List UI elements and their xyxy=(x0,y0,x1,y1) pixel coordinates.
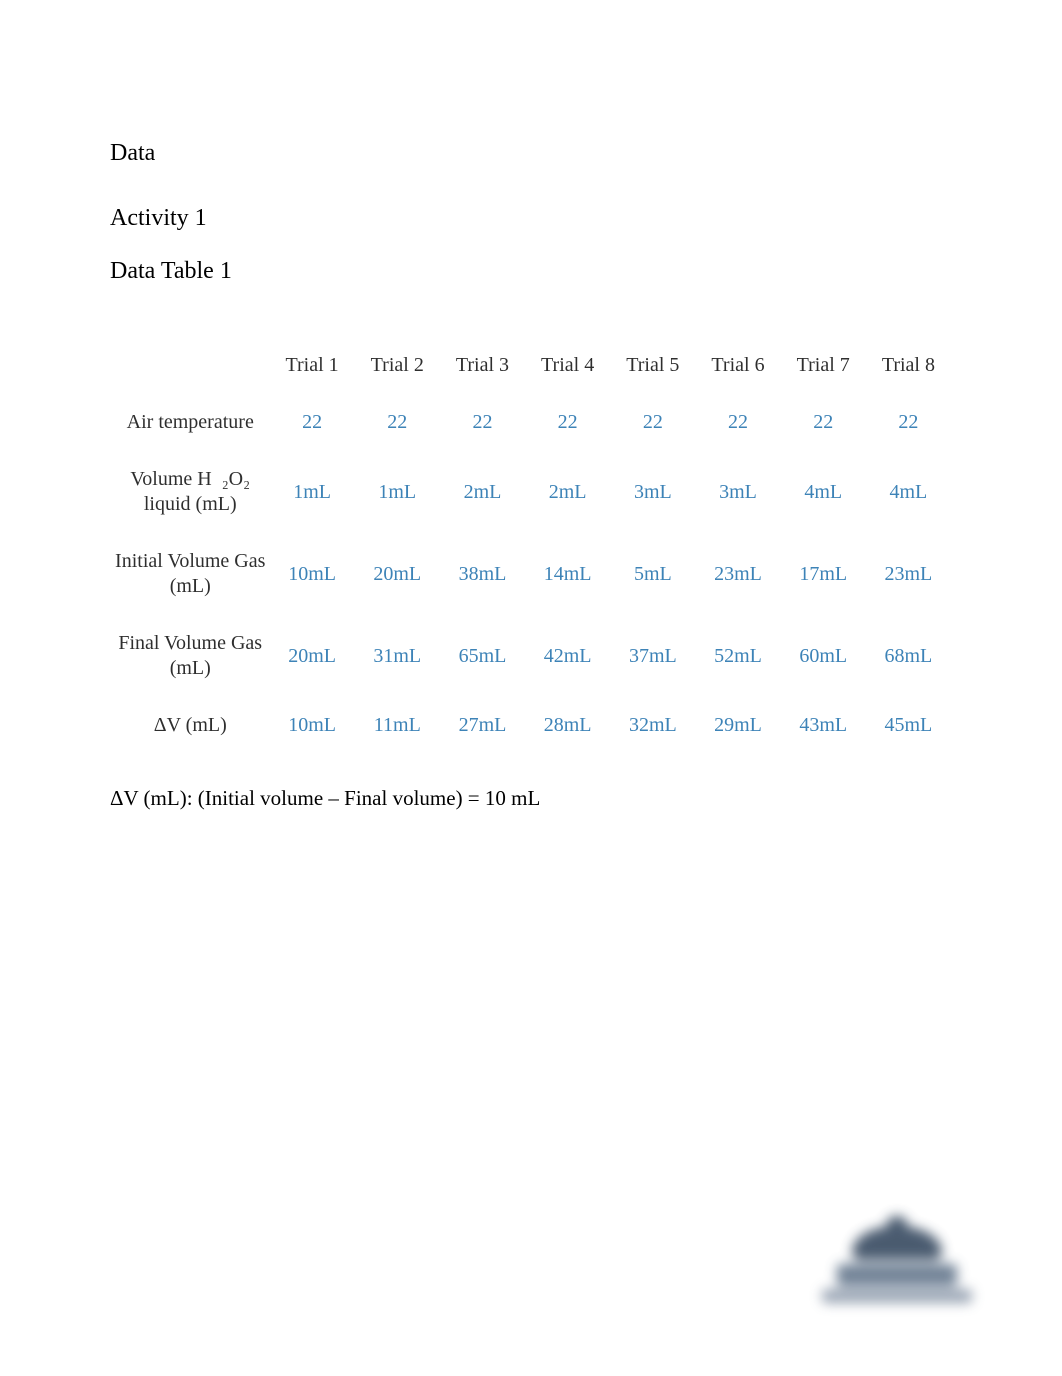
data-cell: 20mL xyxy=(270,617,353,695)
data-cell: 14mL xyxy=(526,535,609,613)
data-cell: 22 xyxy=(356,396,439,449)
data-cell: 1mL xyxy=(356,453,439,531)
col-header: Trial 4 xyxy=(526,339,609,392)
data-cell: 22 xyxy=(611,396,694,449)
row-label-text: Volume H ₂O₂ liquid (mL) xyxy=(130,468,250,515)
heading-activity: Activity 1 xyxy=(110,205,952,232)
col-header: Trial 8 xyxy=(867,339,950,392)
col-header: Trial 7 xyxy=(782,339,865,392)
delta-v-formula: ΔV (mL): (Initial volume – Final volume)… xyxy=(110,786,952,811)
data-cell: 22 xyxy=(441,396,524,449)
data-cell: 22 xyxy=(696,396,779,449)
data-cell: 23mL xyxy=(867,535,950,613)
heading-data: Data xyxy=(110,140,952,167)
heading-table-title: Data Table 1 xyxy=(110,258,952,285)
data-cell: 22 xyxy=(867,396,950,449)
col-header: Trial 6 xyxy=(696,339,779,392)
data-cell: 20mL xyxy=(356,535,439,613)
row-label: Final Volume Gas (mL) xyxy=(112,617,268,695)
data-cell: 3mL xyxy=(611,453,694,531)
data-cell: 10mL xyxy=(270,535,353,613)
row-label: Air temperature xyxy=(112,396,268,449)
col-header: Trial 3 xyxy=(441,339,524,392)
col-header: Trial 2 xyxy=(356,339,439,392)
row-label-h2o2: Volume H ₂O₂ liquid (mL) xyxy=(112,453,268,531)
data-cell: 4mL xyxy=(782,453,865,531)
data-cell: 22 xyxy=(270,396,353,449)
data-cell: 5mL xyxy=(611,535,694,613)
col-header: Trial 5 xyxy=(611,339,694,392)
table-header-blank xyxy=(112,339,268,392)
data-cell: 2mL xyxy=(526,453,609,531)
data-cell: 60mL xyxy=(782,617,865,695)
data-cell: 4mL xyxy=(867,453,950,531)
data-cell: 27mL xyxy=(441,699,524,752)
table-row: Final Volume Gas (mL) 20mL 31mL 65mL 42m… xyxy=(112,617,950,695)
data-cell: 29mL xyxy=(696,699,779,752)
data-cell: 38mL xyxy=(441,535,524,613)
table-row: Volume H ₂O₂ liquid (mL) 1mL 1mL 2mL 2mL… xyxy=(112,453,950,531)
data-cell: 11mL xyxy=(356,699,439,752)
data-cell: 3mL xyxy=(696,453,779,531)
data-cell: 22 xyxy=(526,396,609,449)
data-cell: 22 xyxy=(782,396,865,449)
data-cell: 37mL xyxy=(611,617,694,695)
data-cell: 32mL xyxy=(611,699,694,752)
data-cell: 52mL xyxy=(696,617,779,695)
data-cell: 10mL xyxy=(270,699,353,752)
data-cell: 42mL xyxy=(526,617,609,695)
data-cell: 2mL xyxy=(441,453,524,531)
data-cell: 31mL xyxy=(356,617,439,695)
data-cell: 68mL xyxy=(867,617,950,695)
data-table: Trial 1 Trial 2 Trial 3 Trial 4 Trial 5 … xyxy=(110,335,952,756)
data-table-wrapper: Trial 1 Trial 2 Trial 3 Trial 4 Trial 5 … xyxy=(110,335,952,756)
table-header-row: Trial 1 Trial 2 Trial 3 Trial 4 Trial 5 … xyxy=(112,339,950,392)
data-cell: 43mL xyxy=(782,699,865,752)
col-header: Trial 1 xyxy=(270,339,353,392)
data-cell: 65mL xyxy=(441,617,524,695)
data-cell: 17mL xyxy=(782,535,865,613)
data-cell: 45mL xyxy=(867,699,950,752)
watermark-icon xyxy=(822,1226,972,1316)
table-row: Air temperature 22 22 22 22 22 22 22 22 xyxy=(112,396,950,449)
table-row: Initial Volume Gas (mL) 10mL 20mL 38mL 1… xyxy=(112,535,950,613)
data-cell: 1mL xyxy=(270,453,353,531)
data-cell: 28mL xyxy=(526,699,609,752)
row-label: ΔV (mL) xyxy=(112,699,268,752)
table-row: ΔV (mL) 10mL 11mL 27mL 28mL 32mL 29mL 43… xyxy=(112,699,950,752)
row-label: Initial Volume Gas (mL) xyxy=(112,535,268,613)
data-cell: 23mL xyxy=(696,535,779,613)
